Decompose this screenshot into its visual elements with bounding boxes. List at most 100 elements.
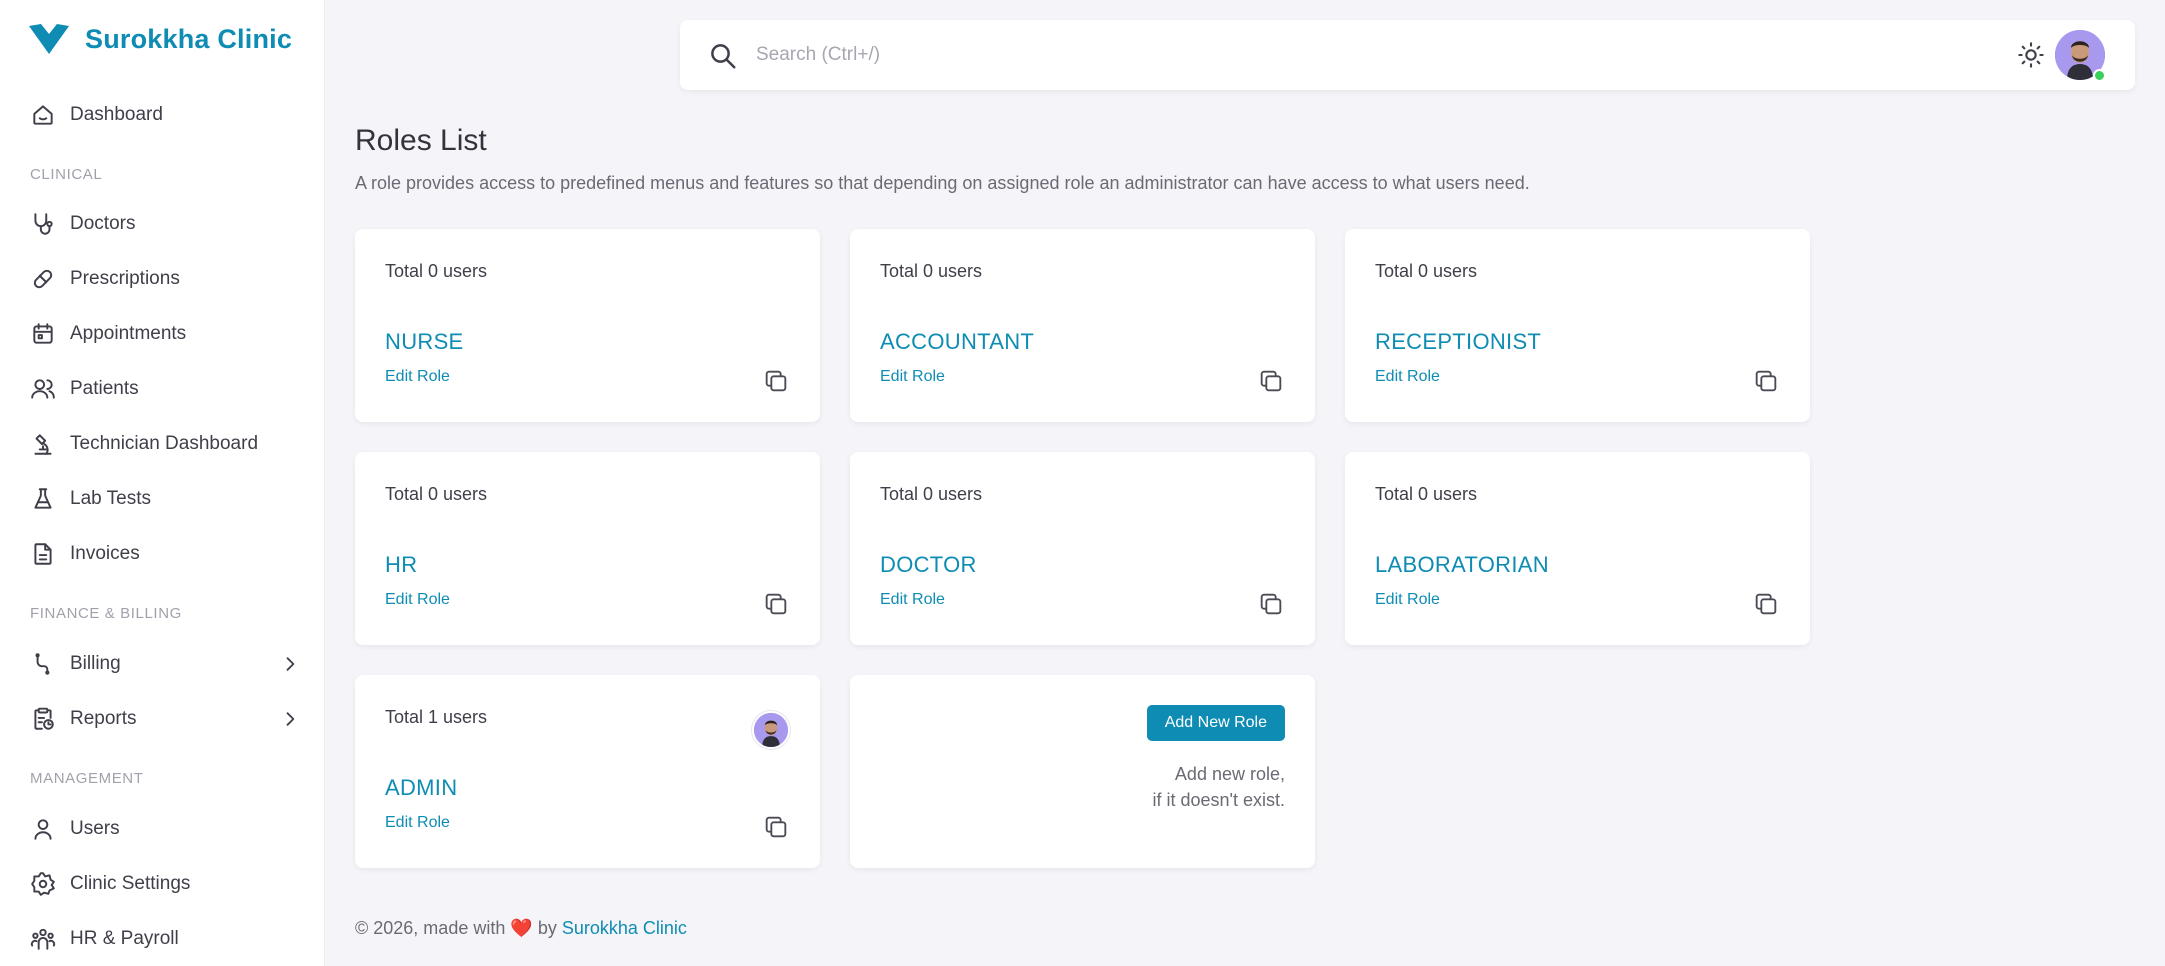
sidebar-item-label: Appointments xyxy=(70,323,187,344)
role-name: ADMIN xyxy=(385,775,458,800)
edit-role-link[interactable]: Edit Role xyxy=(1375,591,1440,609)
sidebar-item-doctors[interactable]: Doctors xyxy=(30,206,300,242)
report-icon xyxy=(34,707,54,730)
chevron-right-icon xyxy=(286,712,295,726)
user-icon xyxy=(34,819,52,840)
role-member-avatar[interactable] xyxy=(752,711,790,749)
sidebar-item-label: Lab Tests xyxy=(70,488,151,509)
role-user-count: Total 0 users xyxy=(1375,261,1478,281)
search-icon[interactable] xyxy=(708,41,738,71)
edit-role-link[interactable]: Edit Role xyxy=(385,591,450,609)
role-user-count: Total 0 users xyxy=(385,484,488,504)
microscope-icon xyxy=(34,434,52,455)
sidebar-item-dashboard[interactable]: Dashboard xyxy=(30,97,300,133)
stethoscope-icon xyxy=(34,213,53,235)
users-icon xyxy=(31,379,55,399)
role-name: NURSE xyxy=(385,329,464,354)
team-icon xyxy=(30,928,56,950)
add-role-hint-line1: Add new role, xyxy=(1174,764,1285,784)
billing-icon xyxy=(35,653,50,675)
heart-logo-icon xyxy=(29,24,69,54)
role-card-nurse: Total 0 users NURSE Edit Role xyxy=(355,229,820,422)
role-name: LABORATORIAN xyxy=(1375,552,1549,577)
footer: © 2026, made with ❤️ by Surokkha Clinic xyxy=(355,918,687,939)
sidebar-item-label: Invoices xyxy=(70,543,140,564)
brand[interactable]: Surokkha Clinic xyxy=(27,22,292,56)
sidebar-item-patients[interactable]: Patients xyxy=(30,371,300,407)
heart-icon: ❤️ xyxy=(510,918,533,938)
role-card-admin: Total 1 users ADMIN Edit Role xyxy=(355,675,820,868)
edit-role-link[interactable]: Edit Role xyxy=(880,368,945,386)
role-card-hr: Total 0 users HR Edit Role xyxy=(355,452,820,645)
avatar-image xyxy=(754,713,788,747)
brand-name: Surokkha Clinic xyxy=(85,23,293,54)
chevron-right-icon xyxy=(286,657,295,671)
sidebar-item-label: Clinic Settings xyxy=(70,873,191,894)
sidebar-item-label: Patients xyxy=(70,378,139,399)
copy-icon[interactable] xyxy=(1752,590,1780,618)
role-name: DOCTOR xyxy=(880,552,977,577)
sidebar-item-reports[interactable]: Reports xyxy=(30,701,300,737)
role-user-count: Total 0 users xyxy=(1375,484,1478,504)
edit-role-link[interactable]: Edit Role xyxy=(1375,368,1440,386)
sidebar-item-label: HR & Payroll xyxy=(70,928,179,949)
top-navbar xyxy=(680,20,2135,90)
page-title: Roles List xyxy=(355,124,487,157)
role-name: RECEPTIONIST xyxy=(1375,329,1542,354)
file-invoice-icon xyxy=(34,543,52,565)
role-card-doctor: Total 0 users DOCTOR Edit Role xyxy=(850,452,1315,645)
copy-icon[interactable] xyxy=(762,367,790,395)
page-description: A role provides access to predefined men… xyxy=(355,173,1530,193)
role-user-count: Total 0 users xyxy=(880,261,983,281)
add-role-hint: Add new role, if it doesn't exist. xyxy=(1153,761,1286,813)
role-user-count: Total 0 users xyxy=(385,261,488,281)
sidebar-item-invoices[interactable]: Invoices xyxy=(30,536,300,572)
footer-by: by xyxy=(537,918,557,938)
edit-role-link[interactable]: Edit Role xyxy=(385,814,450,832)
sun-icon[interactable] xyxy=(2017,41,2045,69)
sidebar-item-label: Prescriptions xyxy=(70,268,180,289)
sidebar-item-label: Billing xyxy=(70,653,121,674)
sidebar-item-label: Technician Dashboard xyxy=(70,433,259,454)
edit-role-link[interactable]: Edit Role xyxy=(880,591,945,609)
flask-icon xyxy=(34,488,52,509)
sidebar-item-billing[interactable]: Billing xyxy=(30,646,300,682)
online-status-dot xyxy=(2093,69,2106,82)
section-label-clinical: CLINICAL xyxy=(30,166,103,183)
sidebar-item-label: Doctors xyxy=(70,213,136,234)
search-input[interactable] xyxy=(756,38,1556,72)
sidebar-item-lab-tests[interactable]: Lab Tests xyxy=(30,481,300,517)
add-role-card: Add New Role Add new role, if it doesn't… xyxy=(850,675,1315,868)
calendar-icon xyxy=(33,323,53,344)
sidebar: Surokkha Clinic Dashboard CLINICAL Docto… xyxy=(0,0,325,966)
copy-icon[interactable] xyxy=(762,813,790,841)
copy-icon[interactable] xyxy=(1257,590,1285,618)
section-label-finance: FINANCE & BILLING xyxy=(30,605,182,622)
role-user-count: Total 0 users xyxy=(880,484,983,504)
role-name: HR xyxy=(385,552,418,577)
add-role-hint-line2: if it doesn't exist. xyxy=(1152,790,1286,810)
sidebar-item-label: Reports xyxy=(70,708,137,729)
sidebar-item-hr-payroll[interactable]: HR & Payroll xyxy=(30,921,300,957)
role-card-laboratorian: Total 0 users LABORATORIAN Edit Role xyxy=(1345,452,1810,645)
role-card-accountant: Total 0 users ACCOUNTANT Edit Role xyxy=(850,229,1315,422)
copy-icon[interactable] xyxy=(1752,367,1780,395)
role-card-receptionist: Total 0 users RECEPTIONIST Edit Role xyxy=(1345,229,1810,422)
edit-role-link[interactable]: Edit Role xyxy=(385,368,450,386)
copy-icon[interactable] xyxy=(1257,367,1285,395)
footer-brand-link[interactable]: Surokkha Clinic xyxy=(562,918,687,938)
sidebar-item-clinic-settings[interactable]: Clinic Settings xyxy=(30,866,300,902)
home-icon xyxy=(33,105,53,125)
sidebar-item-prescriptions[interactable]: Prescriptions xyxy=(30,261,300,297)
sidebar-item-label: Dashboard xyxy=(70,104,163,125)
sidebar-item-appointments[interactable]: Appointments xyxy=(30,316,300,352)
sidebar-item-technician-dashboard[interactable]: Technician Dashboard xyxy=(30,426,300,462)
pill-icon xyxy=(33,269,53,289)
copy-icon[interactable] xyxy=(762,590,790,618)
gear-icon xyxy=(31,872,55,896)
sidebar-item-users[interactable]: Users xyxy=(30,811,300,847)
add-new-role-button[interactable]: Add New Role xyxy=(1146,705,1285,741)
sidebar-item-label: Users xyxy=(70,818,120,839)
role-name: ACCOUNTANT xyxy=(880,329,1035,354)
section-label-management: MANAGEMENT xyxy=(30,770,144,787)
